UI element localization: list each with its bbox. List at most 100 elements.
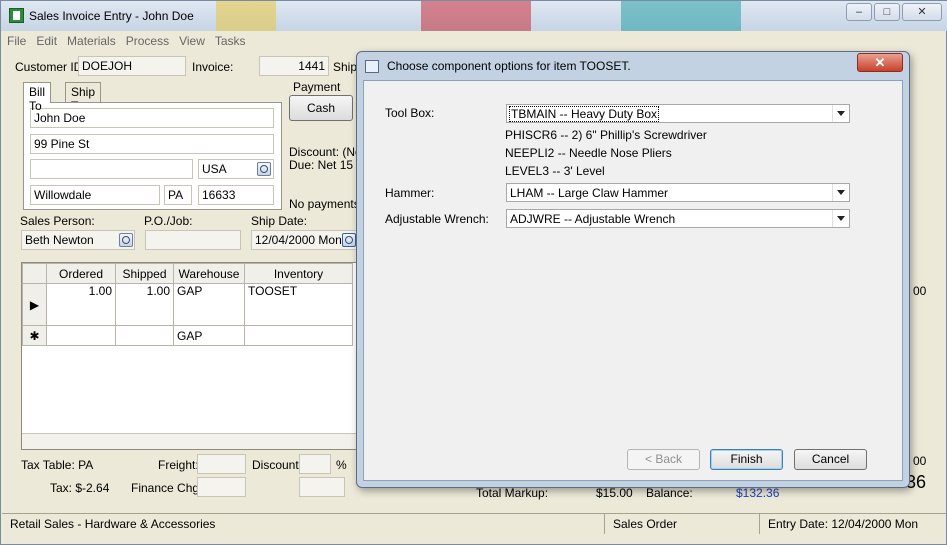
cash-button[interactable]: Cash	[289, 95, 353, 121]
dialog-body: Tool Box: TBMAIN -- Heavy Duty Box PHISC…	[363, 80, 903, 481]
hammer-label: Hammer:	[385, 186, 435, 200]
po-job-label: P.O./Job:	[144, 214, 193, 228]
toolbox-select[interactable]: TBMAIN -- Heavy Duty Box	[506, 104, 850, 123]
bill-to-zip[interactable]: 16633	[198, 185, 274, 205]
hammer-select-value: LHAM -- Large Claw Hammer	[510, 186, 669, 200]
tab-ship-to[interactable]: Ship To	[65, 82, 102, 113]
column-ordered[interactable]: Ordered	[46, 263, 116, 284]
status-category: Retail Sales - Hardware & Accessories	[2, 514, 605, 534]
menu-process[interactable]: Process	[121, 32, 174, 50]
menu-view[interactable]: View	[174, 32, 210, 50]
chevron-down-icon[interactable]	[832, 105, 849, 122]
cancel-button[interactable]: Cancel	[794, 449, 867, 470]
close-icon[interactable]: ✕	[902, 3, 942, 21]
column-shipped[interactable]: Shipped	[115, 263, 174, 284]
status-bar: Retail Sales - Hardware & Accessories Sa…	[2, 513, 946, 534]
menu-materials[interactable]: Materials	[62, 32, 121, 50]
cell-warehouse[interactable]: GAP	[173, 325, 245, 346]
cell-inventory[interactable]: TOOSET	[244, 283, 353, 326]
sales-person-label: Sales Person:	[20, 214, 95, 228]
discount-amount-field[interactable]	[299, 477, 345, 497]
bill-to-street[interactable]: 99 Pine St	[30, 134, 274, 154]
invoice-field[interactable]: 1441	[259, 56, 329, 76]
balance-value: $132.36	[736, 486, 780, 500]
current-row-icon: ▶	[22, 283, 47, 326]
discount-label: Discount:	[252, 458, 303, 472]
payment-label: Payment	[293, 80, 341, 94]
table-row[interactable]: ▶ 1.00 1.00 GAP TOOSET	[22, 283, 353, 326]
menu-bar: File Edit Materials Process View Tasks	[2, 32, 946, 51]
column-warehouse[interactable]: Warehouse	[173, 263, 245, 284]
title-decoration	[421, 1, 531, 31]
cell-shipped[interactable]	[115, 325, 174, 346]
customer-id-field[interactable]: DOEJOH	[78, 56, 186, 76]
back-button[interactable]: < Back	[627, 449, 700, 470]
cell-ordered[interactable]	[46, 325, 116, 346]
window-title: Sales Invoice Entry - John Doe	[29, 9, 194, 23]
hammer-select[interactable]: LHAM -- Large Claw Hammer	[506, 183, 850, 202]
finish-button[interactable]: Finish	[710, 449, 783, 470]
new-row-icon: ✱	[22, 325, 47, 346]
finance-charge-field[interactable]	[197, 477, 246, 497]
component-options-dialog: Choose component options for item TOOSET…	[356, 51, 910, 488]
wrench-label: Adjustable Wrench:	[385, 212, 489, 226]
cell-inventory[interactable]	[244, 325, 353, 346]
table-row[interactable]: ✱ GAP	[22, 325, 353, 346]
invoice-label: Invoice:	[192, 60, 234, 74]
freight-field[interactable]	[197, 454, 246, 474]
horizontal-scrollbar[interactable]	[22, 433, 360, 449]
maximize-icon[interactable]: □	[874, 3, 900, 21]
line-items-grid[interactable]: Ordered Shipped Warehouse Inventory ▶ 1.…	[21, 262, 360, 450]
discount-terms-text: Discount: (Nor	[289, 145, 366, 159]
po-job-field[interactable]	[145, 230, 241, 250]
tax-table-label: Tax Table: PA	[21, 458, 94, 472]
column-inventory[interactable]: Inventory	[244, 263, 353, 284]
tab-bill-to[interactable]: Bill To	[23, 82, 52, 113]
toolbox-select-value: TBMAIN -- Heavy Duty Box	[508, 106, 660, 122]
percent-sign: %	[336, 458, 347, 472]
customer-id-label: Customer ID:	[15, 60, 86, 74]
title-bar[interactable]: Sales Invoice Entry - John Doe – □ ✕	[1, 1, 947, 31]
dialog-app-icon	[365, 60, 379, 73]
finance-charge-label: Finance Chg:	[131, 481, 203, 495]
total-markup-label: Total Markup:	[476, 486, 549, 500]
toolbox-label: Tool Box:	[385, 106, 435, 120]
title-decoration	[621, 1, 741, 31]
title-decoration	[216, 1, 276, 31]
grid-right-fragment-2: 00	[913, 454, 927, 468]
sales-person-lookup-icon[interactable]	[119, 233, 133, 247]
bill-to-state[interactable]: PA	[164, 185, 192, 205]
wrench-select-value: ADJWRE -- Adjustable Wrench	[510, 212, 676, 226]
app-icon	[9, 8, 24, 23]
toolbox-component: LEVEL3 -- 3' Level	[505, 164, 605, 178]
cell-ordered[interactable]: 1.00	[46, 283, 116, 326]
menu-edit[interactable]: Edit	[31, 32, 62, 50]
menu-file[interactable]: File	[2, 32, 31, 50]
status-doc-type: Sales Order	[605, 514, 760, 534]
wrench-select[interactable]: ADJWRE -- Adjustable Wrench	[506, 209, 850, 228]
bill-to-name[interactable]: John Doe	[30, 108, 274, 128]
ship-label: Ship	[333, 60, 358, 74]
discount-field[interactable]	[299, 454, 331, 474]
due-terms-text: Due: Net 15 c	[289, 158, 363, 172]
total-markup-value: $15.00	[596, 486, 633, 500]
ship-date-label: Ship Date:	[251, 214, 308, 228]
grid-corner	[22, 263, 47, 284]
freight-label: Freight:	[158, 458, 199, 472]
menu-tasks[interactable]: Tasks	[210, 32, 251, 50]
bill-to-city[interactable]: Willowdale	[30, 185, 160, 205]
country-lookup-icon[interactable]	[257, 162, 271, 176]
chevron-down-icon[interactable]	[832, 184, 849, 201]
sales-person-field[interactable]: Beth Newton	[21, 230, 135, 250]
toolbox-component: NEEPLI2 -- Needle Nose Pliers	[505, 146, 672, 160]
calendar-icon[interactable]	[342, 233, 356, 247]
grid-right-fragment: 00	[913, 284, 927, 298]
tax-amount: Tax: $-2.64	[50, 481, 110, 495]
bill-to-line3[interactable]	[30, 159, 193, 179]
cell-warehouse[interactable]: GAP	[173, 283, 245, 326]
chevron-down-icon[interactable]	[832, 210, 849, 227]
dialog-close-icon[interactable]: ✕	[857, 53, 903, 72]
toolbox-component: PHISCR6 -- 2) 6" Phillip's Screwdriver	[505, 128, 707, 142]
cell-shipped[interactable]: 1.00	[115, 283, 174, 326]
minimize-icon[interactable]: –	[846, 3, 872, 21]
